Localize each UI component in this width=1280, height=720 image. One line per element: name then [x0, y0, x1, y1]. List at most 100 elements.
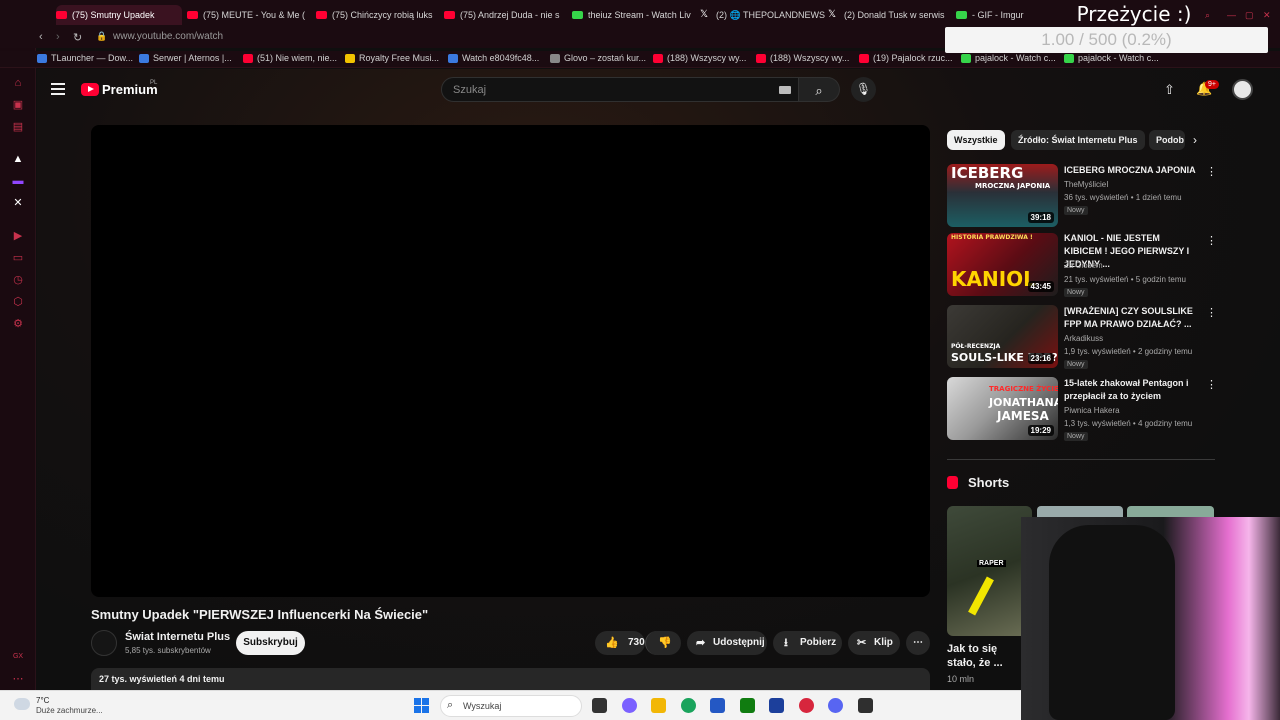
tab-meute[interactable]: (75) MEUTE - You & Me ( [187, 5, 313, 25]
bookmark-item[interactable]: (188) Wszyscy wy... [653, 53, 746, 63]
tab-donald-tusk[interactable]: 𝕏 (2) Donald Tusk w serwis [828, 5, 954, 25]
video-player[interactable] [91, 125, 930, 597]
tab-thepolandnews[interactable]: 𝕏 (2) 🌐 THEPOLANDNEWS 🌐 [700, 5, 826, 25]
chip-source-channel[interactable]: Źródło: Świat Internetu Plus [1011, 130, 1145, 150]
dislike-button[interactable]: 👎 [645, 631, 681, 655]
like-button[interactable]: 👍 730 [595, 631, 645, 655]
store-icon[interactable] [710, 698, 725, 713]
recommendation-item[interactable]: TRAGICZNE ŻYCIE JONATHANA JAMESA 19:29 1… [947, 377, 1217, 441]
menu-icon[interactable] [51, 83, 65, 95]
subscribe-button[interactable]: Subskrybuj [236, 631, 305, 655]
bookmark-item[interactable]: Watch e8049fc48... [448, 53, 539, 63]
search-icon: ⌕ [815, 83, 823, 98]
subscriber-count: 5,85 tys. subskrybentów [125, 646, 211, 655]
twitch-icon[interactable]: ▬ [11, 174, 25, 188]
chevron-right-icon[interactable]: › [1193, 133, 1197, 147]
task-view-icon[interactable] [592, 698, 607, 713]
short-thumbnail[interactable]: RAPER [947, 506, 1032, 636]
description-box[interactable]: 27 tys. wyświetleń 4 dni temu [91, 668, 930, 690]
recommendation-item[interactable]: ICEBERG MROCZNA JAPONIA 39:18 ICEBERG MR… [947, 164, 1217, 228]
video-thumbnail[interactable]: TRAGICZNE ŻYCIE JONATHANA JAMESA 19:29 [947, 377, 1058, 440]
taskbar-search-input[interactable]: ⌕ Wyszukaj [440, 695, 582, 717]
more-actions-button[interactable]: ⋯ [906, 631, 930, 655]
video-thumbnail[interactable]: PÓŁ-RECENZJA SOULS-LIKE FPP? 23:16 [947, 305, 1058, 368]
forward-icon[interactable]: › [56, 31, 60, 43]
recommendation-item[interactable]: PÓŁ-RECENZJA SOULS-LIKE FPP? 23:16 [WRAŻ… [947, 305, 1217, 369]
wallet-icon[interactable]: ▭ [11, 251, 25, 265]
upload-icon[interactable]: ⇧ [1164, 82, 1175, 98]
settings-icon[interactable]: ⚙ [11, 317, 25, 331]
kebab-menu-icon[interactable]: ⋮ [1206, 306, 1217, 319]
discord-icon[interactable] [828, 698, 843, 713]
weather-temperature[interactable]: 7°C [36, 696, 49, 705]
search-input[interactable]: Szukaj [441, 77, 799, 102]
short-title[interactable]: Jak to się stało, że ... [947, 642, 1022, 670]
recommendation-title[interactable]: [WRAŻENIA] CZY SOULSLIKE FPP MA PRAWO DZ… [1064, 305, 1200, 331]
recommendation-channel[interactable]: TheMyślicieI [1064, 180, 1108, 189]
keyboard-icon[interactable] [779, 86, 791, 94]
more-icon[interactable]: ⋯ [11, 672, 25, 686]
gx-icon[interactable]: GX [11, 650, 25, 664]
tab-smutny-upadek[interactable]: (75) Smutny Upadek [56, 5, 182, 25]
app-icon[interactable] [769, 698, 784, 713]
history-icon[interactable]: ◷ [11, 273, 25, 287]
recommendation-channel[interactable]: Piwnica Hakera [1064, 406, 1120, 415]
video-thumbnail[interactable]: ICEBERG MROCZNA JAPONIA 39:18 [947, 164, 1058, 227]
windows-start-icon[interactable] [414, 698, 429, 713]
url-field[interactable]: www.youtube.com/watch [113, 31, 223, 42]
bookmark-item[interactable]: pajalock - Watch c... [1064, 53, 1159, 63]
kebab-menu-icon[interactable]: ⋮ [1206, 165, 1217, 178]
player-icon[interactable]: ▶ [11, 229, 25, 243]
recommendation-title[interactable]: 15-latek zhakował Pentagon i przepłacił … [1064, 377, 1200, 403]
recommendation-item[interactable]: HISTORIA PRAWDZIWA ! KANIOL 43:45 KANIOL… [947, 233, 1217, 297]
x-icon[interactable]: ✕ [11, 196, 25, 210]
app-icon[interactable] [858, 698, 873, 713]
copilot-icon[interactable] [622, 698, 637, 713]
account-avatar[interactable] [1232, 79, 1253, 100]
share-button[interactable]: ➦ Udostępnij [687, 631, 767, 655]
tlauncher-icon[interactable]: ▲ [11, 152, 25, 166]
new-badge: Nowy [1064, 206, 1088, 215]
clip-button[interactable]: ✂ Klip [848, 631, 900, 655]
recommendation-channel[interactable]: Arkadikuss [1064, 334, 1103, 343]
tab-chinczycy[interactable]: (75) Chińczycy robią luks [316, 5, 442, 25]
tab-theiuz-stream[interactable]: theiuz Stream - Watch Liv [572, 5, 698, 25]
bookmark-item[interactable]: pajalock - Watch c... [961, 53, 1056, 63]
kebab-menu-icon[interactable]: ⋮ [1206, 234, 1217, 247]
bookmark-label: Glovo – zostań kur... [564, 53, 647, 63]
close-icon[interactable]: ✕ [1263, 5, 1279, 25]
kebab-menu-icon[interactable]: ⋮ [1206, 378, 1217, 391]
reload-icon[interactable]: ↻ [73, 31, 82, 44]
opera-gx-icon[interactable] [799, 698, 814, 713]
chip-all[interactable]: Wszystkie [947, 130, 1005, 150]
video-title: Smutny Upadek "PIERWSZEJ Influencerki Na… [91, 607, 429, 622]
video-thumbnail[interactable]: HISTORIA PRAWDZIWA ! KANIOL 43:45 [947, 233, 1058, 296]
back-icon[interactable]: ‹ [39, 31, 43, 43]
instagram-icon[interactable]: ▤ [11, 120, 25, 134]
channel-avatar[interactable] [91, 630, 117, 656]
download-button[interactable]: ⭳ Pobierz [773, 631, 842, 655]
bookmark-item[interactable]: (19) Pajalock rzuc... [859, 53, 953, 63]
voice-search-button[interactable]: 🎙 [851, 77, 876, 102]
bookmark-item[interactable]: Serwer | Aternos |... [139, 53, 232, 63]
edge-icon[interactable] [681, 698, 696, 713]
extensions-icon[interactable]: ⬡ [11, 295, 25, 309]
bookmark-item[interactable]: Glovo – zostań kur... [550, 53, 646, 63]
bookmark-item[interactable]: Royalty Free Musi... [345, 53, 439, 63]
tab-imgur[interactable]: - GIF - Imgur [956, 5, 1026, 25]
xbox-icon[interactable] [740, 698, 755, 713]
bookmark-item[interactable]: TLauncher — Dow... [37, 53, 133, 63]
shopping-icon[interactable]: ⌂ [11, 76, 25, 90]
weather-description[interactable]: Duże zachmurze... [36, 706, 103, 715]
weather-cloud-icon[interactable] [14, 698, 30, 710]
bookmark-item[interactable]: (51) Nie wiem, nie... [243, 53, 337, 63]
channel-name[interactable]: Świat Internetu Plus [125, 631, 230, 643]
search-button[interactable]: ⌕ [799, 77, 840, 102]
recommendation-channel[interactable]: Za Ciosem [1064, 261, 1103, 270]
recommendation-title[interactable]: ICEBERG MROCZNA JAPONIA [1064, 164, 1200, 177]
messenger-icon[interactable]: ▣ [11, 98, 25, 112]
bookmark-item[interactable]: (188) Wszyscy wy... [756, 53, 849, 63]
tab-andrzej-duda[interactable]: (75) Andrzej Duda - nie s [444, 5, 570, 25]
chip-similar[interactable]: Podob [1149, 130, 1185, 150]
file-explorer-icon[interactable] [651, 698, 666, 713]
